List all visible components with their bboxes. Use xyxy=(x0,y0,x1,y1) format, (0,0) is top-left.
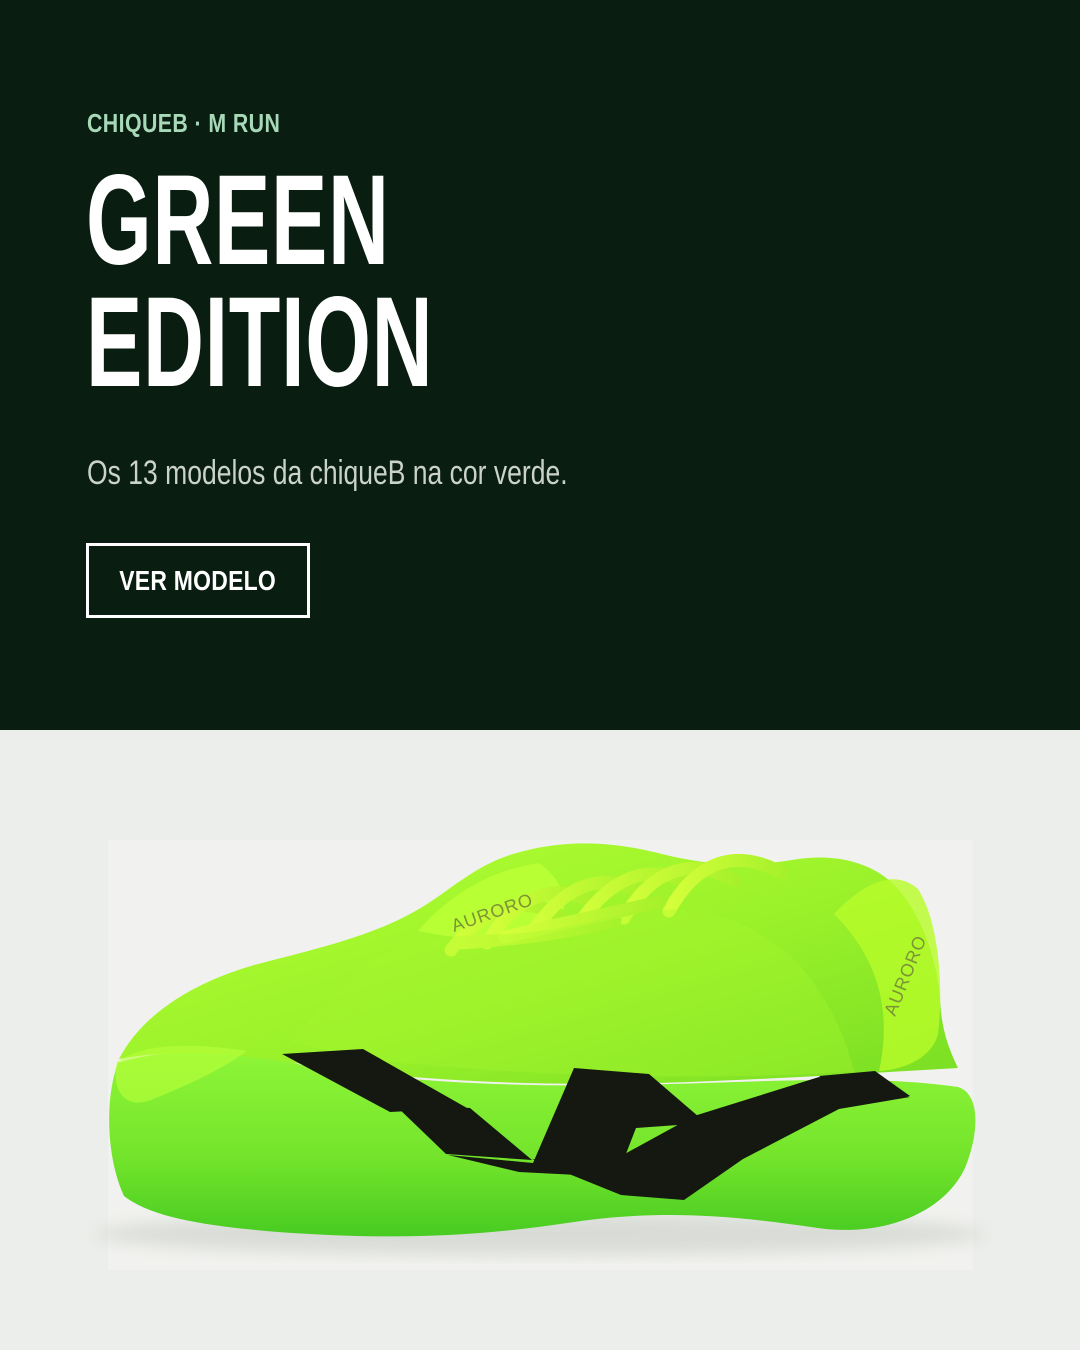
view-model-button-label: VER MODELO xyxy=(119,564,277,596)
product-promo-page: CHIQUEB · M RUN GREEN EDITION Os 13 mode… xyxy=(0,0,1080,1350)
headline-line-green: GREEN xyxy=(86,149,390,292)
view-model-button[interactable]: VER MODELO xyxy=(86,543,310,618)
collection-description: Os 13 modelos da chiqueB na cor verde. xyxy=(87,454,568,492)
hero-section: CHIQUEB · M RUN GREEN EDITION Os 13 mode… xyxy=(0,0,1080,730)
headline-line-edition: EDITION xyxy=(86,271,434,414)
product-image-section: AURORO AURORO xyxy=(0,730,1080,1350)
page-title: GREEN EDITION xyxy=(86,149,434,414)
green-running-shoe-image: AURORO AURORO xyxy=(95,843,985,1255)
brand-eyebrow: CHIQUEB · M RUN xyxy=(87,108,281,138)
